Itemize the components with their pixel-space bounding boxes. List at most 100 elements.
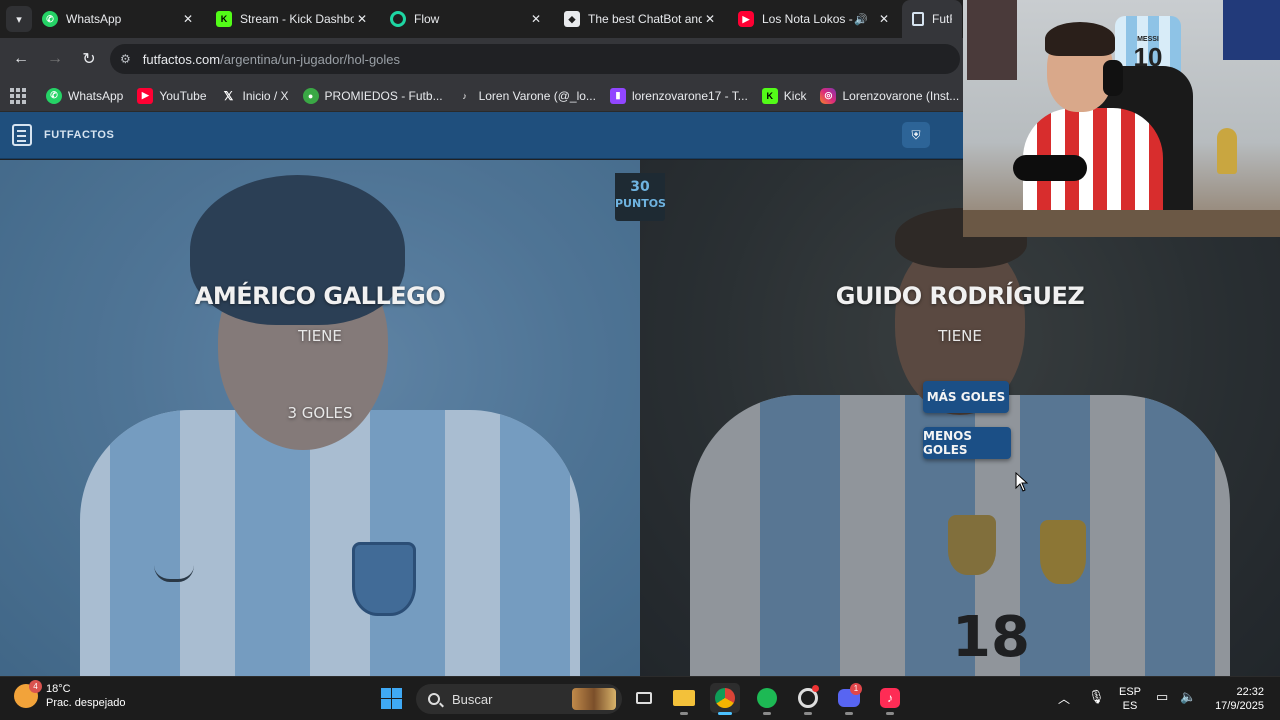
weather-widget[interactable]: 4 18°C Prac. despejado <box>14 680 126 710</box>
more-goals-button[interactable]: MÁS GOLES <box>923 381 1009 413</box>
url-host: futfactos.com <box>142 51 221 67</box>
chrome-icon[interactable] <box>710 683 740 715</box>
score-label: PUNTOS <box>615 197 666 210</box>
task-view-icon[interactable] <box>629 683 659 713</box>
bookmark-label: Kick <box>783 88 807 103</box>
twitch-icon: ▮ <box>609 87 626 104</box>
bookmark-label: YouTube <box>159 88 207 103</box>
tiktok-icon: ♪ <box>462 90 467 101</box>
volume-icon[interactable]: 🔈 <box>1180 689 1196 705</box>
close-icon[interactable]: ✕ <box>354 12 370 26</box>
bookmark-promiedos[interactable]: ● PROMIEDOS - Futb... <box>302 87 443 104</box>
close-icon[interactable]: ✕ <box>180 12 196 26</box>
forward-arrow-icon[interactable]: → <box>38 42 72 76</box>
bookmark-instagram[interactable]: ◎ Lorenzovarone (Inst... <box>820 87 960 104</box>
tab-kick-dashboard[interactable]: K Stream - Kick Dashbo ✕ <box>206 0 380 38</box>
site-settings-icon[interactable]: ⚙ <box>120 52 131 66</box>
panel-overlay <box>640 160 1280 676</box>
trophy-icon <box>1217 128 1237 174</box>
taskbar-search[interactable]: Buscar <box>416 684 622 714</box>
score-badge: 30 PUNTOS <box>615 173 666 221</box>
site-logo-text[interactable]: FUTFACTOS <box>44 129 114 141</box>
tab-whatsapp[interactable]: ✆ WhatsApp ✕ <box>32 0 206 38</box>
less-goals-button[interactable]: MENOS GOLES <box>923 427 1011 459</box>
bookmark-label: lorenzovarone17 - T... <box>631 88 748 103</box>
flow-icon <box>390 11 406 27</box>
right-player-name: GUIDO RODRÍGUEZ <box>835 282 1085 310</box>
left-player-panel: AMÉRICO GALLEGO TIENE 3 GOLES <box>0 160 640 676</box>
bookmark-label: Loren Varone (@_lo... <box>478 88 596 103</box>
obs-icon[interactable] <box>793 683 823 715</box>
headset-icon <box>1103 60 1123 96</box>
bookmark-tiktok[interactable]: ♪ Loren Varone (@_lo... <box>457 88 596 104</box>
kick-icon: K <box>761 87 778 104</box>
url-input[interactable]: ⚙ futfactos.com/argentina/un-jugador/hol… <box>110 44 960 74</box>
discord-icon[interactable]: 1 <box>834 683 864 715</box>
close-icon[interactable]: ✕ <box>702 12 718 26</box>
reload-icon[interactable]: ↻ <box>72 42 106 76</box>
tab-title: Stream - Kick Dashbo <box>240 12 354 26</box>
close-icon[interactable]: ✕ <box>528 12 544 26</box>
apps-grid-icon[interactable] <box>10 87 26 104</box>
streamer-hair <box>1045 22 1115 56</box>
url-path: /argentina/un-jugador/hol-goles <box>220 51 401 67</box>
futfactos-icon <box>912 12 924 26</box>
team-shield-icon[interactable]: ⛨ <box>902 122 930 148</box>
chevron-up-icon[interactable]: ︿ <box>1058 690 1070 707</box>
tab-title: Los Nota Lokos - <box>762 12 853 26</box>
tab-chatbot[interactable]: ◆ The best ChatBot and ✕ <box>554 0 728 38</box>
bookmark-label: PROMIEDOS - Futb... <box>324 88 443 103</box>
promiedos-icon: ● <box>302 87 319 104</box>
discord-badge: 1 <box>850 683 862 695</box>
file-explorer-icon[interactable] <box>669 683 699 715</box>
bookmark-twitch[interactable]: ▮ lorenzovarone17 - T... <box>609 87 748 104</box>
tab-flow[interactable]: Flow ✕ <box>380 0 554 38</box>
tab-title: FutFac <box>932 12 952 26</box>
left-player-goals: 3 GOLES <box>287 404 353 422</box>
bookmark-kick[interactable]: K Kick <box>761 87 807 104</box>
system-clock[interactable]: 22:32 17/9/2025 <box>1202 685 1264 713</box>
network-icon[interactable]: ▭ <box>1156 689 1168 705</box>
tiktok-live-icon[interactable]: ♪ <box>875 683 905 715</box>
bookmark-youtube[interactable]: ▶ YouTube <box>137 87 207 104</box>
close-icon[interactable]: ✕ <box>876 12 892 26</box>
kick-icon: K <box>216 11 232 27</box>
microphone <box>1013 155 1087 181</box>
keyboard-layout: ES <box>1122 700 1138 712</box>
windows-taskbar: 4 18°C Prac. despejado Buscar 1 ♪ ︿ 🎙 ES… <box>0 676 1280 720</box>
left-player-has-label: TIENE <box>298 327 342 345</box>
bookmark-whatsapp[interactable]: ✆ WhatsApp <box>46 87 124 104</box>
search-highlight-image <box>572 688 616 710</box>
score-value: 30 <box>630 179 650 195</box>
speaker-icon[interactable]: 🔊 <box>854 13 868 26</box>
clock-time: 22:32 <box>1236 686 1264 698</box>
tab-search-button[interactable]: ▾ <box>6 6 32 32</box>
search-icon <box>428 693 440 705</box>
wall-poster <box>967 0 1017 80</box>
left-player-name: AMÉRICO GALLEGO <box>194 282 446 310</box>
start-button[interactable] <box>376 683 406 713</box>
tab-los-nota-lokos[interactable]: ▶ Los Nota Lokos - 🔊 ✕ <box>728 0 902 38</box>
futfactos-logo-icon[interactable] <box>12 124 32 146</box>
right-player-has-label: TIENE <box>938 327 982 345</box>
spotify-icon[interactable] <box>752 683 782 715</box>
chatbot-icon: ◆ <box>564 11 580 27</box>
back-arrow-icon[interactable]: ← <box>4 42 38 76</box>
bookmark-label: WhatsApp <box>68 88 124 103</box>
weather-description: Prac. despejado <box>46 697 126 709</box>
microphone-icon[interactable]: 🎙 <box>1088 689 1105 705</box>
language-code: ESP <box>1119 686 1142 698</box>
clock-date: 17/9/2025 <box>1215 700 1264 712</box>
whatsapp-icon: ✆ <box>42 11 58 27</box>
youtube-icon: ▶ <box>738 11 754 27</box>
bookmark-x[interactable]: 𝕏 Inicio / X <box>221 88 289 104</box>
windows-logo-icon <box>380 687 402 709</box>
x-icon: 𝕏 <box>223 88 234 103</box>
tab-futfactos[interactable]: FutFac <box>902 0 962 38</box>
language-indicator[interactable]: ESP ES <box>1119 685 1141 713</box>
instagram-icon: ◎ <box>820 87 837 104</box>
bookmark-label: Lorenzovarone (Inst... <box>842 88 960 103</box>
tab-title: The best ChatBot and <box>588 12 702 26</box>
weather-sun-icon: 4 <box>14 680 42 708</box>
tab-title: WhatsApp <box>66 12 122 26</box>
